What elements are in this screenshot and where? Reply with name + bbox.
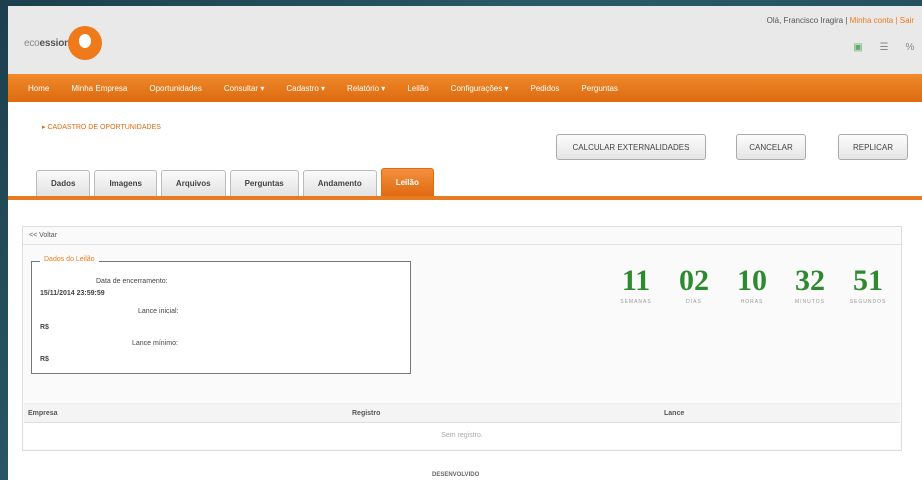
menu-icon[interactable]: ☰ (878, 42, 890, 53)
flag-br-icon[interactable]: ▣ (852, 42, 864, 53)
countdown-hours-value: 10 (737, 264, 767, 297)
logo-mark-icon (68, 26, 103, 60)
tab-underline (8, 196, 922, 200)
initial-bid-value: R$ (40, 324, 49, 331)
nav-perguntas[interactable]: Perguntas (581, 84, 617, 93)
auction-details-box: Dados do Leilão Data de encerramento: 15… (31, 256, 411, 374)
countdown-hours-label: HORAS (740, 299, 764, 305)
nav-configuracoes[interactable]: Configurações ▾ (451, 84, 509, 93)
footer-developed-by: DESENVOLVIDO (432, 472, 480, 478)
countdown-minutes-label: MINUTOS (795, 299, 825, 305)
countdown-weeks-label: SEMANAS (620, 299, 652, 305)
logo[interactable]: ecoession (24, 26, 103, 60)
min-bid-label: Lance mínimo: (132, 340, 178, 347)
bids-table-header: Empresa Registro Lance (24, 403, 900, 423)
tab-arquivos[interactable]: Arquivos (160, 170, 226, 196)
top-header: ecoession Olá, Francisco Iragira | Minha… (8, 6, 922, 74)
user-info: Olá, Francisco Iragira | Minha conta | S… (767, 16, 914, 25)
percent-icon[interactable]: % (904, 42, 916, 53)
countdown-timer: 11 SEMANAS 02 DIAS 10 HORAS 32 MINUTOS 5… (607, 264, 897, 306)
back-link[interactable]: << Voltar (23, 227, 901, 245)
nav-home[interactable]: Home (28, 84, 49, 93)
empty-table-message: Sem registro. (24, 423, 900, 449)
nav-pedidos[interactable]: Pedidos (531, 84, 560, 93)
auction-panel: << Voltar Dados do Leilão Data de encerr… (22, 226, 902, 451)
countdown-days: 02 DIAS (665, 264, 723, 306)
nav-leilao[interactable]: Leilão (407, 84, 428, 93)
nav-minha-empresa[interactable]: Minha Empresa (71, 84, 127, 93)
end-date-value: 15/11/2014 23:59:59 (40, 290, 105, 297)
app-window: ecoession Olá, Francisco Iragira | Minha… (8, 6, 922, 480)
countdown-seconds-value: 51 (853, 264, 883, 297)
column-empresa[interactable]: Empresa (28, 410, 58, 417)
cancel-button[interactable]: CANCELAR (736, 134, 806, 160)
initial-bid-label: Lance inicial: (138, 308, 179, 315)
countdown-weeks: 11 SEMANAS (607, 264, 665, 306)
tab-andamento[interactable]: Andamento (302, 170, 377, 196)
countdown-weeks-value: 11 (621, 264, 651, 297)
tab-leilao[interactable]: Leilão (380, 168, 434, 196)
column-registro[interactable]: Registro (352, 410, 380, 417)
bids-table: Empresa Registro Lance Sem registro. (24, 403, 900, 449)
countdown-days-label: DIAS (686, 299, 702, 305)
min-bid-value: R$ (40, 356, 49, 363)
nav-cadastro[interactable]: Cadastro ▾ (286, 84, 325, 93)
countdown-minutes: 32 MINUTOS (781, 264, 839, 306)
calculate-externalities-button[interactable]: CALCULAR EXTERNALIDADES (556, 134, 706, 160)
countdown-seconds: 51 SEGUNDOS (839, 264, 897, 306)
nav-oportunidades[interactable]: Oportunidades (149, 84, 201, 93)
tab-imagens[interactable]: Imagens (94, 170, 157, 196)
nav-relatorio[interactable]: Relatório ▾ (347, 84, 385, 93)
countdown-hours: 10 HORAS (723, 264, 781, 306)
tab-perguntas[interactable]: Perguntas (229, 170, 299, 196)
end-date-label: Data de encerramento: (96, 278, 168, 285)
tab-bar: Dados Imagens Arquivos Perguntas Andamen… (36, 168, 434, 196)
countdown-days-value: 02 (679, 264, 709, 297)
column-lance[interactable]: Lance (664, 410, 684, 417)
auction-details-legend: Dados do Leilão (40, 256, 99, 263)
replicate-button[interactable]: REPLICAR (838, 134, 908, 160)
account-link[interactable]: Minha conta | Sair (850, 16, 914, 25)
utility-icons: ▣ ☰ % (852, 42, 916, 53)
breadcrumb[interactable]: ▸ CADASTRO DE OPORTUNIDADES (42, 123, 161, 131)
countdown-minutes-value: 32 (795, 264, 825, 297)
tab-dados[interactable]: Dados (36, 170, 91, 196)
user-greeting: Olá, Francisco Iragira | (766, 16, 850, 25)
logo-text: ecoession (24, 37, 71, 49)
countdown-seconds-label: SEGUNDOS (849, 299, 887, 305)
main-nav: Home Minha Empresa Oportunidades Consult… (8, 74, 922, 102)
nav-consultar[interactable]: Consultar ▾ (224, 84, 264, 93)
